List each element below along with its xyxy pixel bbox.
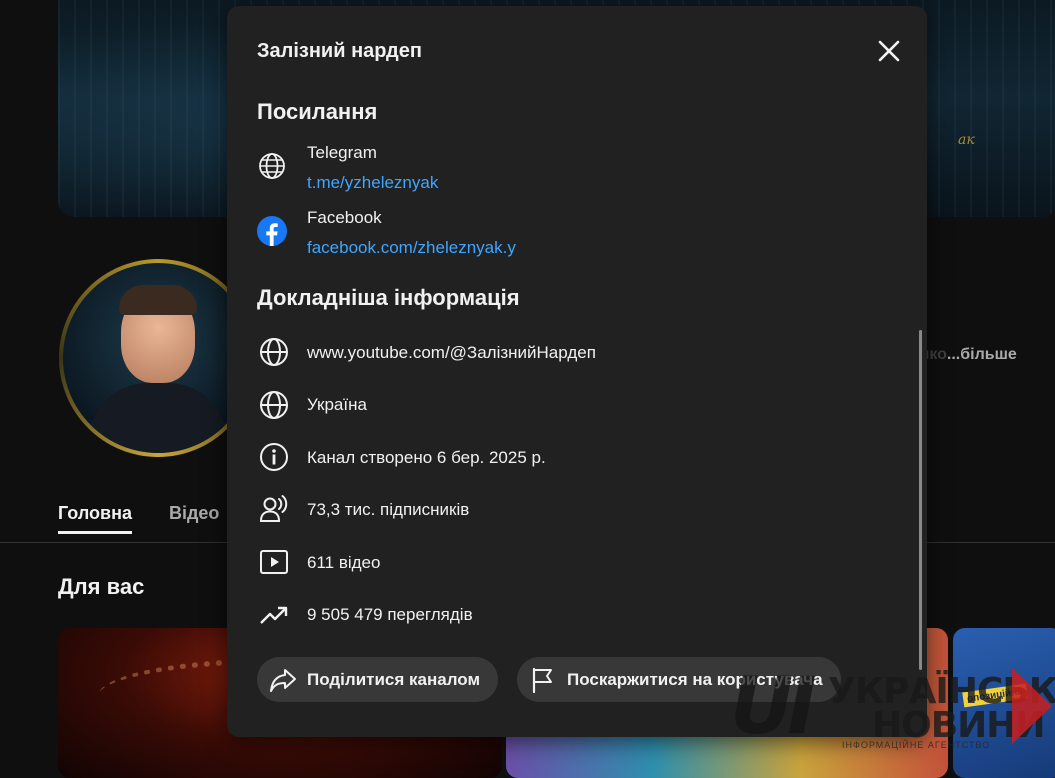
close-icon	[878, 40, 900, 62]
watermark-mark: UI	[730, 662, 816, 752]
channel-about-dialog: Залізний нардеп Посилання Telegram t.me/…	[227, 6, 927, 737]
tab-home[interactable]: Головна	[58, 503, 132, 534]
detail-subscribers: 73,3 тис. підписників	[307, 500, 470, 519]
detail-views: 9 505 479 переглядів	[307, 605, 473, 624]
share-channel-label: Поділитися каналом	[307, 670, 481, 689]
globe-icon	[259, 390, 289, 420]
globe-icon	[257, 151, 287, 181]
description-more-link[interactable]: яко...більше	[920, 346, 1017, 364]
close-button[interactable]	[874, 36, 904, 66]
watermark-line-3: ІНФОРМАЦІЙНЕ АГЕНТСТВО	[842, 740, 991, 750]
watermark-arrow-icon	[1012, 668, 1052, 744]
detail-video-count: 611 відео	[307, 553, 381, 572]
more-link-label[interactable]: ...більше	[947, 346, 1017, 363]
info-icon	[259, 442, 289, 472]
share-icon	[269, 666, 297, 694]
detail-created: Канал створено 6 бер. 2025 р.	[307, 448, 546, 467]
link-name-facebook: Facebook	[307, 208, 382, 227]
trending-icon	[259, 600, 289, 630]
details-heading: Докладніша інформація	[257, 285, 520, 310]
share-channel-button[interactable]: Поділитися каналом	[257, 657, 498, 702]
facebook-icon	[257, 216, 287, 246]
watermark-logo: UI УКРАЇНСЬКІ НОВИНИ ІНФОРМАЦІЙНЕ АГЕНТС…	[730, 668, 1055, 774]
subscribers-icon	[259, 494, 289, 524]
dialog-title: Залізний нардеп	[257, 40, 422, 62]
detail-country: Україна	[307, 395, 367, 414]
detail-channel-url[interactable]: www.youtube.com/@ЗалізнийНардеп	[307, 343, 596, 363]
avatar-shirt	[88, 383, 228, 453]
avatar-hair	[119, 285, 197, 315]
link-url-facebook[interactable]: facebook.com/zheleznyak.y	[307, 238, 516, 258]
channel-avatar[interactable]	[63, 263, 253, 453]
links-heading: Посилання	[257, 99, 378, 124]
flag-icon	[529, 666, 557, 694]
dialog-scrollbar[interactable]	[919, 330, 922, 670]
section-title: Для вас	[58, 574, 145, 599]
link-url-telegram[interactable]: t.me/yzheleznyak	[307, 173, 438, 193]
globe-icon	[259, 337, 289, 367]
banner-signature: ак	[958, 132, 975, 148]
video-icon	[259, 547, 289, 577]
link-name-telegram: Telegram	[307, 143, 377, 162]
tab-videos[interactable]: Відео	[169, 503, 219, 524]
